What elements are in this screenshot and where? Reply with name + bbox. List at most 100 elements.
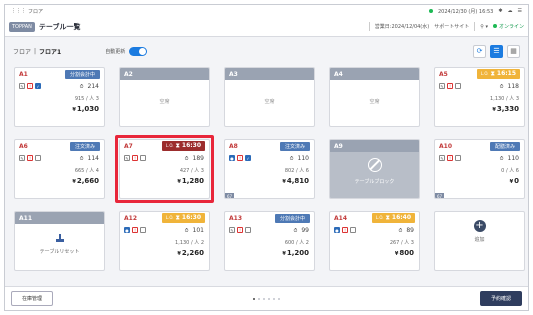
per-person: 915 / 人 3 xyxy=(74,96,99,102)
table-id: A3 xyxy=(229,70,238,78)
checkbox-icon xyxy=(245,227,251,233)
time-badge: L.O. ⧗ 16:15 xyxy=(476,69,520,79)
table-card[interactable]: A12 L.O. ⧗ 16:30 ●! ⏱ 101 1,130 / 人 2 ¥2,26… xyxy=(119,211,210,271)
elapsed-minutes: ⏱ 118 xyxy=(499,83,519,90)
note-icon: ✎ xyxy=(229,227,235,233)
inventory-button[interactable]: 在庫管理 xyxy=(11,291,54,306)
table-card-blocked[interactable]: A9 テーブルブロック xyxy=(329,139,420,199)
status-badge: 注文済み xyxy=(279,141,310,151)
checkbox-icon xyxy=(455,83,461,89)
table-card[interactable]: A4 空席 xyxy=(329,67,420,127)
business-date: 営業日:2024/12/04(水) xyxy=(374,24,430,30)
note-icon: ✎ xyxy=(439,155,445,161)
checkbox-icon xyxy=(350,227,356,233)
system-bar: ⋮⋮⋮ フロア 2024/12/30 (月) 16:53 ✱ ☁ ☰ xyxy=(5,5,528,17)
total-amount: ¥1,030 xyxy=(72,105,99,113)
page-title: テーブル一覧 xyxy=(38,22,81,31)
table-id: A2 xyxy=(124,70,133,78)
alert-icon: ! xyxy=(132,227,138,233)
table-id: A12 xyxy=(124,214,137,222)
person-icon: ● xyxy=(124,227,130,233)
view-tools: ⟳ ☰ ▦ xyxy=(473,44,520,58)
reset-label: テーブルリセット xyxy=(39,249,80,255)
table-id: A9 xyxy=(334,142,343,150)
add-table-card[interactable]: + 追加 xyxy=(434,211,525,271)
alert-icon: ! xyxy=(447,155,453,161)
total-amount: ¥4,810 xyxy=(282,177,309,185)
alert-icon: ! xyxy=(237,155,243,161)
table-grid: A1 分割会計中 ✎! ✓ ⏱ 214 915 / 人 3 ¥1,030 A2 空席 … xyxy=(14,67,526,271)
checkbox-icon xyxy=(140,227,146,233)
table-card[interactable]: A2 空席 xyxy=(119,67,210,127)
table-id: A11 xyxy=(19,214,32,222)
brand-badge: TOPPAN xyxy=(9,21,35,32)
auto-update-toggle[interactable] xyxy=(129,46,148,56)
status-badge: 配膳済み xyxy=(489,141,520,151)
total-amount: ¥2,660 xyxy=(72,177,99,185)
table-id: A14 xyxy=(334,214,347,222)
check-icon: ✓ xyxy=(35,83,41,89)
breadcrumb-root[interactable]: フロア xyxy=(13,47,31,56)
table-id: A1 xyxy=(19,70,28,78)
per-person: 600 / 人 2 xyxy=(284,240,309,246)
block-label: テーブルブロック xyxy=(354,179,395,185)
page-dot[interactable] xyxy=(258,297,260,300)
elapsed-minutes: ⏱ 114 xyxy=(79,155,99,162)
total-amount: ¥1,200 xyxy=(282,249,309,257)
refresh-icon[interactable]: ⟳ xyxy=(473,44,486,58)
add-icon[interactable]: + xyxy=(473,220,486,232)
per-person: 0 / 人 6 xyxy=(501,168,519,174)
elapsed-minutes: ⏱ 214 xyxy=(79,83,99,90)
table-card[interactable]: A11 テーブルリセット xyxy=(14,211,105,271)
alert-icon: ! xyxy=(27,155,33,161)
alert-icon: ! xyxy=(27,83,33,89)
per-person: 267 / 人 3 xyxy=(389,240,414,246)
menu-icon[interactable]: ☰ xyxy=(518,8,522,14)
total-amount: ¥3,330 xyxy=(492,105,519,113)
table-id: A6 xyxy=(19,142,28,150)
table-card[interactable]: A6 注文済み ✎! ⏱ 114 665 / 人 4 ¥2,660 xyxy=(14,139,105,199)
table-id: A10 xyxy=(439,142,452,150)
page-indicator xyxy=(253,297,280,300)
page-dot[interactable] xyxy=(253,297,255,300)
auto-update: 自動更新 xyxy=(105,46,148,56)
table-card[interactable]: A14 L.O. ⧗ 16:40 ●! ⏱ 89 267 / 人 3 ¥800 xyxy=(329,211,420,271)
per-person: 802 / 人 6 xyxy=(284,168,309,174)
selection-highlight xyxy=(115,135,214,203)
add-label: 追加 xyxy=(474,237,485,243)
divider xyxy=(368,22,370,31)
note-icon: ✎ xyxy=(439,83,445,89)
elapsed-minutes: ⏱ 110 xyxy=(289,155,309,162)
person-icon: ● xyxy=(229,155,235,161)
page-dot[interactable] xyxy=(273,297,275,300)
total-amount: ¥0 xyxy=(509,177,519,185)
page-dot[interactable] xyxy=(268,297,270,300)
user-menu-icon[interactable]: ⚲ ▾ xyxy=(480,24,488,30)
footer: 在庫管理 予約確認 xyxy=(5,286,528,310)
divider xyxy=(474,22,476,31)
app-name: フロア xyxy=(28,8,44,15)
table-id: A8 xyxy=(229,142,238,150)
page-dot[interactable] xyxy=(278,297,280,300)
header: TOPPAN テーブル一覧 営業日:2024/12/04(水) サポートサイト … xyxy=(5,17,528,37)
reservation-button[interactable]: 予約確認 xyxy=(479,291,522,306)
toolbar: フロア | フロア1 自動更新 ⟳ ☰ ▦ xyxy=(5,38,528,64)
vacant-label: 空席 xyxy=(264,99,275,105)
table-card[interactable]: A8 注文済み ●! ✓ ⏱ 110 802 / 人 6 ¥4,810 67 xyxy=(224,139,315,199)
table-card[interactable]: A3 空席 xyxy=(224,67,315,127)
list-view-icon[interactable]: ☰ xyxy=(490,44,503,58)
alert-icon: ! xyxy=(237,227,243,233)
vacant-label: 空席 xyxy=(159,99,170,105)
table-card[interactable]: A5 L.O. ⧗ 16:15 ✎! ⏱ 118 1,130 / 人 3 ¥3,330 xyxy=(434,67,525,127)
table-card[interactable]: A13 分割会計中 ✎! ⏱ 99 600 / 人 2 ¥1,200 xyxy=(224,211,315,271)
grid-view-icon[interactable]: ▦ xyxy=(507,44,520,58)
table-card[interactable]: A10 配膳済み ✎! ⏱ 110 0 / 人 6 ¥0 67 xyxy=(434,139,525,199)
datetime: 2024/12/30 (月) 16:53 xyxy=(438,8,494,15)
table-card[interactable]: A1 分割会計中 ✎! ✓ ⏱ 214 915 / 人 3 ¥1,030 xyxy=(14,67,105,127)
auto-update-label: 自動更新 xyxy=(105,48,126,55)
table-id: A4 xyxy=(334,70,343,78)
support-site-link[interactable]: サポートサイト xyxy=(434,23,469,30)
table-id: A5 xyxy=(439,70,448,78)
page-dot[interactable] xyxy=(263,297,265,300)
wifi-icon: ✱ xyxy=(498,8,503,14)
